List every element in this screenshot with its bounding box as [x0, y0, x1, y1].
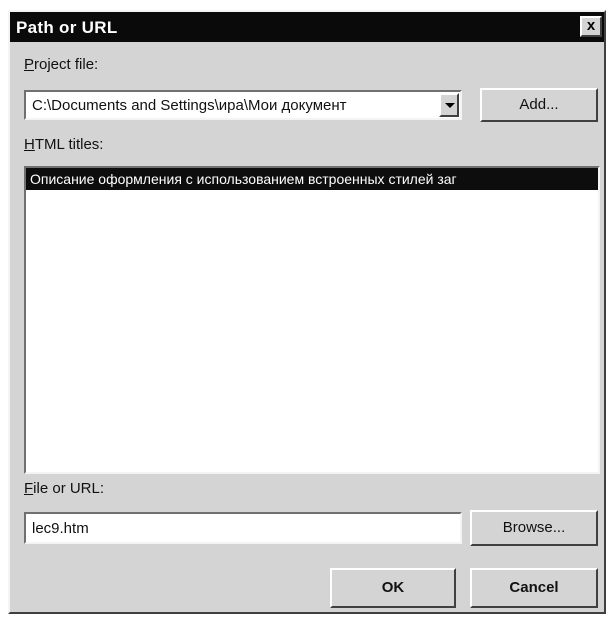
close-icon: x	[586, 17, 596, 34]
add-button-label: Add...	[519, 96, 559, 113]
cancel-button[interactable]: Cancel	[470, 568, 598, 608]
add-button[interactable]: Add...	[480, 88, 598, 122]
html-titles-label: HTML titles:	[24, 136, 103, 153]
file-or-url-label-text: ile or URL:	[33, 480, 105, 497]
project-file-combobox[interactable]: C:\Documents and Settings\ира\Мои докуме…	[24, 90, 462, 120]
path-or-url-dialog: Path or URL x Project file: C:\Documents…	[8, 10, 606, 614]
html-titles-label-accel: H	[24, 136, 35, 153]
html-titles-listbox[interactable]: Описание оформления с использованием вст…	[24, 166, 600, 474]
close-button[interactable]: x	[580, 16, 602, 37]
browse-button-label: Browse...	[502, 519, 566, 536]
ok-button[interactable]: OK	[330, 568, 456, 608]
project-file-label: Project file:	[24, 56, 98, 73]
cancel-button-label: Cancel	[509, 579, 559, 596]
project-file-label-accel: P	[24, 56, 35, 73]
project-file-label-text: roject file:	[34, 56, 99, 73]
title-bar[interactable]: Path or URL x	[10, 12, 604, 42]
project-file-value: C:\Documents and Settings\ира\Мои докуме…	[32, 97, 347, 114]
list-item[interactable]: Описание оформления с использованием вст…	[26, 168, 598, 190]
file-or-url-label-accel: F	[24, 480, 34, 497]
ok-button-label: OK	[381, 579, 405, 596]
chevron-down-icon[interactable]	[439, 93, 459, 117]
file-or-url-label: File or URL:	[24, 480, 104, 497]
html-titles-label-text: TML titles:	[34, 136, 104, 153]
browse-button[interactable]: Browse...	[470, 510, 598, 546]
file-or-url-value: lec9.htm	[32, 520, 89, 537]
file-or-url-input[interactable]: lec9.htm	[24, 512, 462, 544]
dialog-title: Path or URL	[16, 18, 118, 37]
